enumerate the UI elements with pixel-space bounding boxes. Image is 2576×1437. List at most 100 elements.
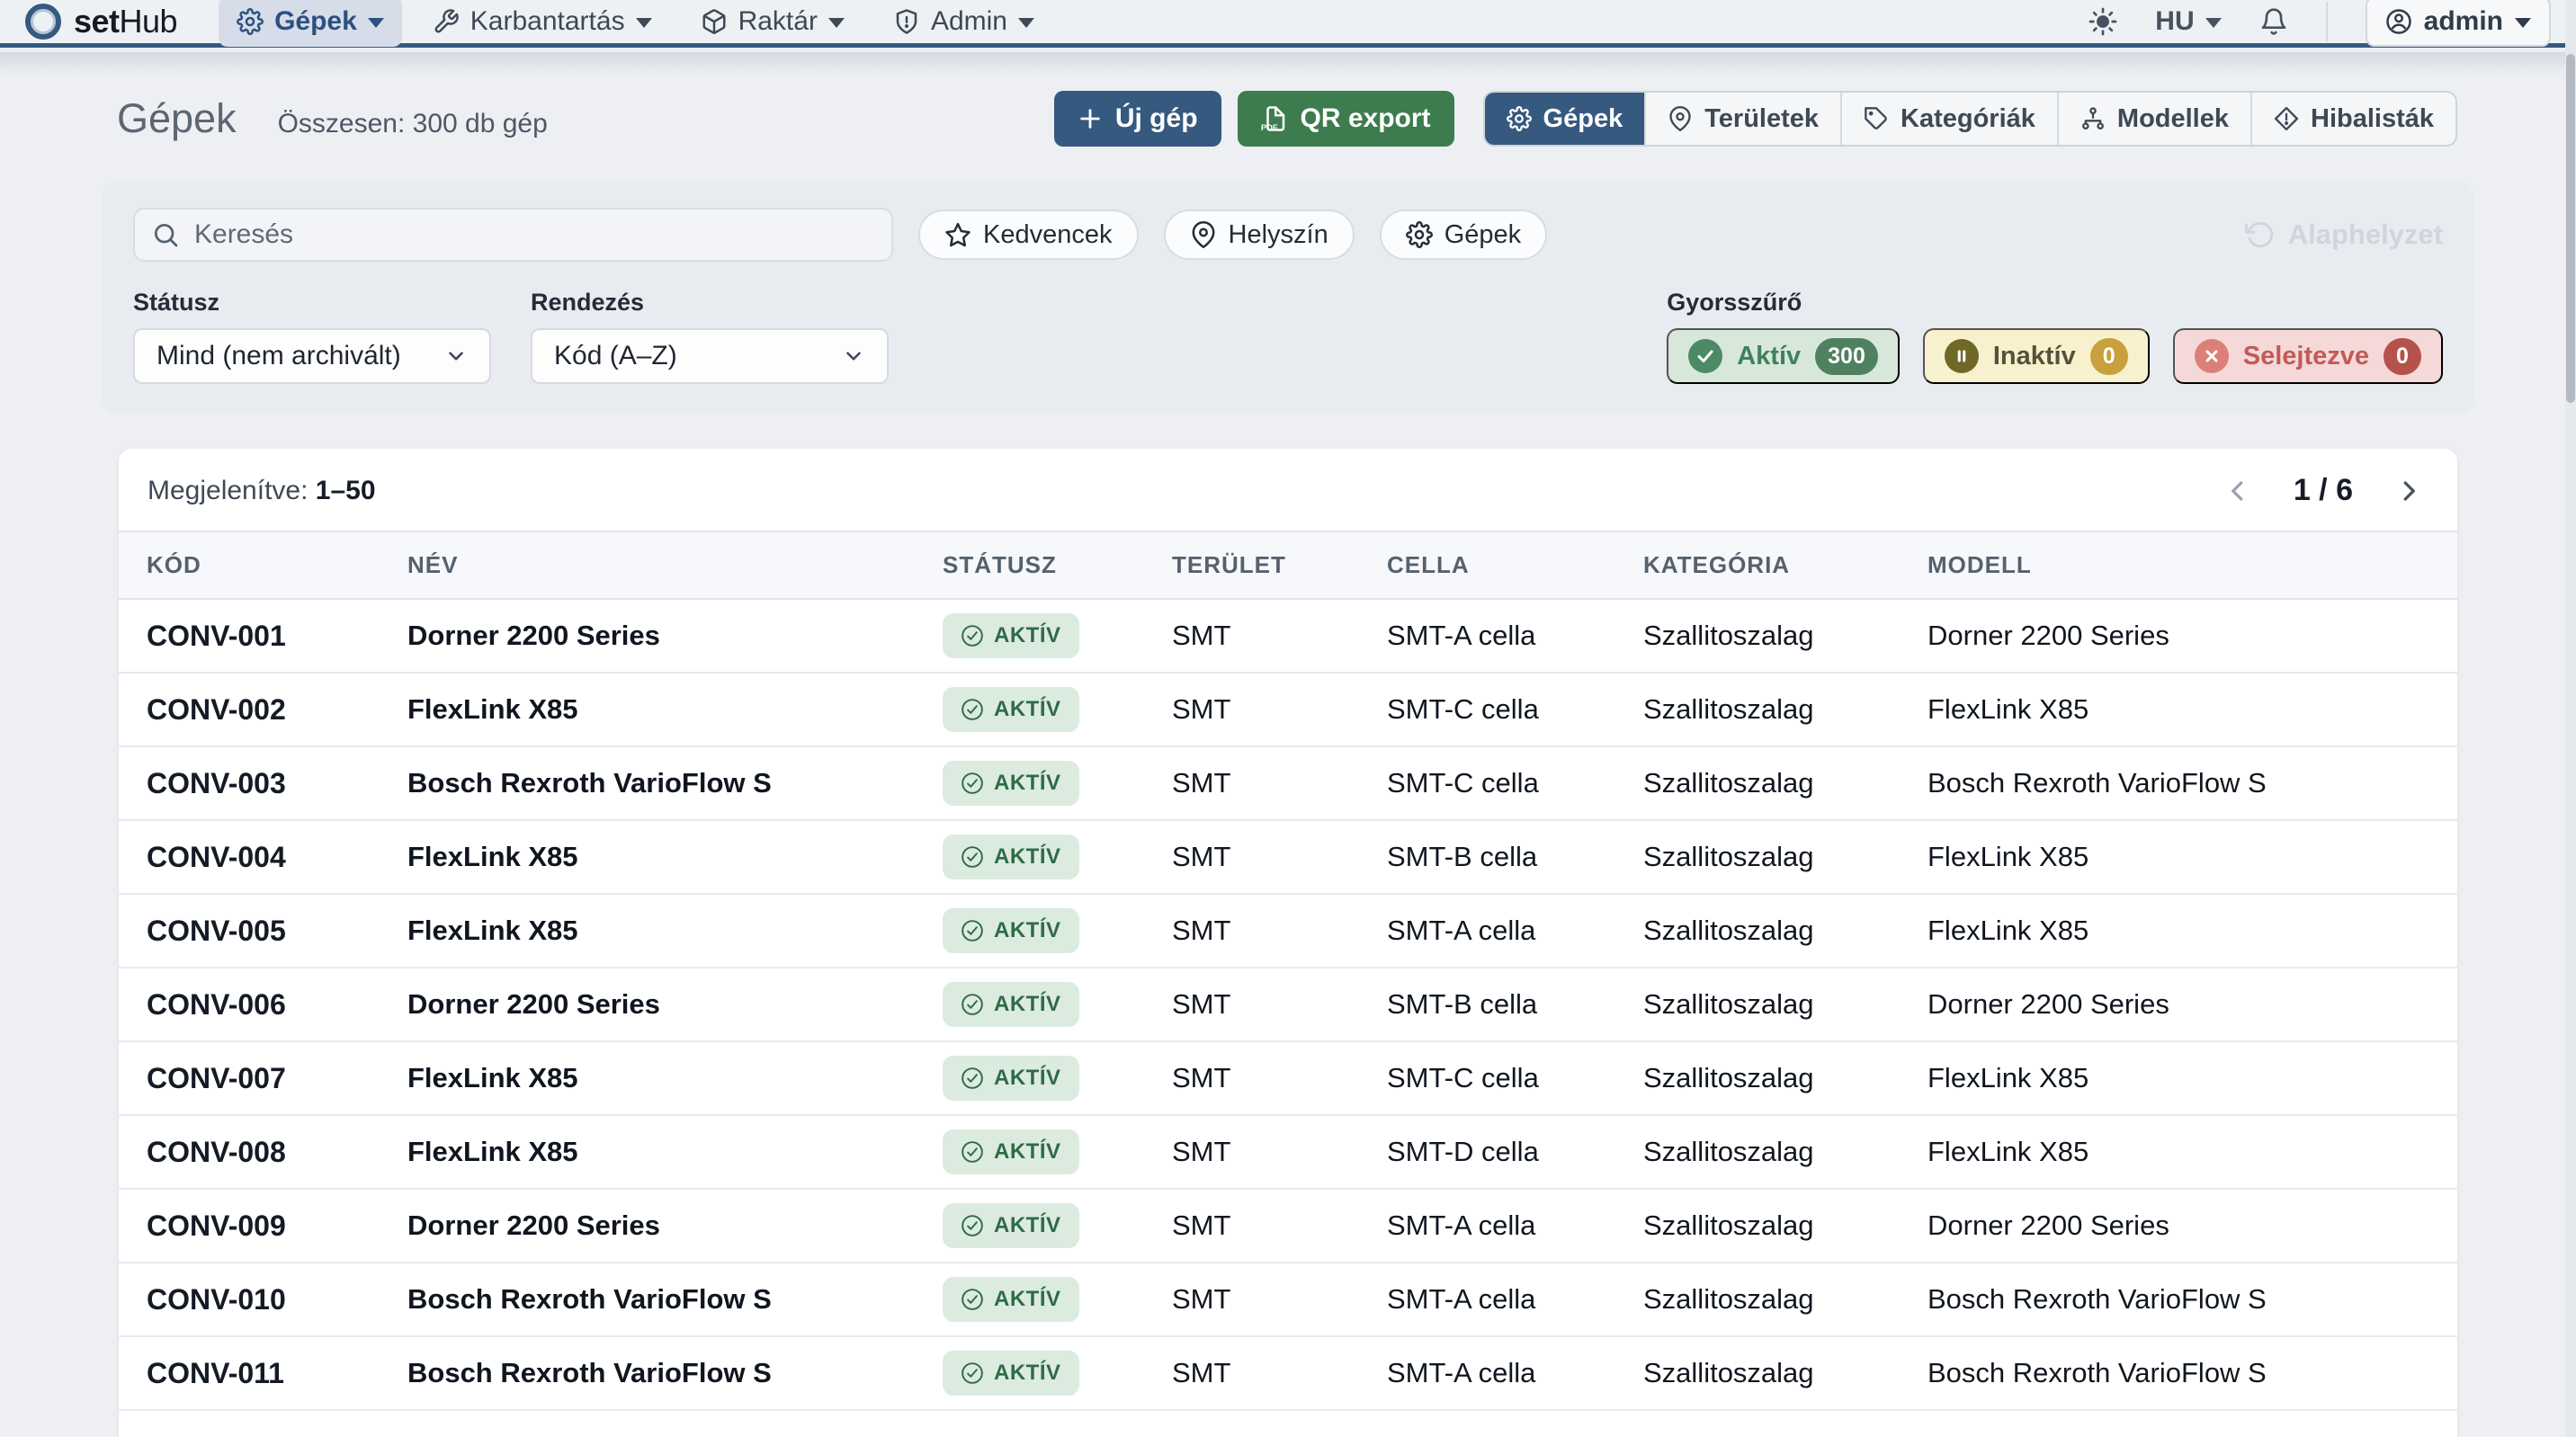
machine-category: Szallitoszalag [1643,746,1928,820]
column-header-nev[interactable]: NÉV [407,531,943,599]
nav-item-karbantartas[interactable]: Karbantartás [415,0,670,47]
machine-category: Szallitoszalag [1643,894,1928,968]
machine-area: SMT [1172,1041,1387,1115]
x-circle-icon [2195,339,2229,373]
package-icon [701,8,728,35]
location-pill[interactable]: Helyszín [1164,210,1355,260]
table-row[interactable]: CONV-001 Dorner 2200 Series AKTÍV SMT SM… [119,599,2457,673]
status-label: AKTÍV [994,918,1061,943]
table-row[interactable]: CONV-009 Dorner 2200 Series AKTÍV SMT SM… [119,1189,2457,1263]
wrench-icon [433,8,460,35]
check-circle-icon [961,1214,984,1237]
chevron-down-icon [2515,18,2531,28]
column-header-terulet[interactable]: TERÜLET [1172,531,1387,599]
table-row[interactable]: CONV-008 FlexLink X85 AKTÍV SMT SMT-D ce… [119,1115,2457,1189]
next-page-button[interactable] [2393,475,2425,507]
status-select[interactable]: Mind (nem archivált) [133,328,491,384]
machine-name: Dorner 2200 Series [407,599,943,673]
status-label: AKTÍV [994,992,1061,1017]
sort-select[interactable]: Kód (A–Z) [531,328,889,384]
table-row[interactable]: CONV-005 FlexLink X85 AKTÍV SMT SMT-A ce… [119,894,2457,968]
machine-name: Dorner 2200 Series [407,1189,943,1263]
machine-cell: SMT-A cella [1387,894,1643,968]
machine-code: CONV-009 [119,1189,407,1263]
status-label: AKTÍV [994,844,1061,870]
machine-name: Dorner 2200 Series [407,968,943,1041]
file-pdf-icon: PDF [1261,105,1288,132]
table-row[interactable]: CONV-011 Bosch Rexroth VarioFlow S AKTÍV… [119,1336,2457,1410]
reset-button[interactable]: Alaphelyzet [2245,219,2443,251]
nav-item-admin[interactable]: Admin [875,0,1052,47]
nav-item-gepek[interactable]: Gépek [219,0,402,47]
machine-model: Dorner 2200 Series [1928,1189,2457,1263]
machine-area: SMT [1172,1336,1387,1410]
view-tab-label: Modellek [2117,104,2229,134]
view-tab-hibalistak[interactable]: Hibalisták [2250,93,2455,145]
column-header-kategoria[interactable]: KATEGÓRIA [1643,531,1928,599]
bell-icon[interactable] [2259,7,2288,36]
pill-label: Helyszín [1229,220,1328,250]
theme-toggle-sun-icon[interactable] [2089,7,2117,36]
column-header-kod[interactable]: KÓD [119,531,407,599]
table-row[interactable]: CONV-004 FlexLink X85 AKTÍV SMT SMT-B ce… [119,820,2457,894]
brand[interactable]: setHub [25,3,177,40]
new-machine-button[interactable]: Új gép [1054,91,1221,147]
chip-label: Aktív [1737,342,1801,371]
pill-label: Gépek [1445,220,1521,250]
machine-area: SMT [1172,673,1387,746]
machine-area: SMT [1172,1115,1387,1189]
top-navbar: setHub Gépek Karbantartás Raktár [0,0,2576,48]
column-header-statusz[interactable]: STÁTUSZ [943,531,1172,599]
divider [2326,2,2328,41]
status-select-value: Mind (nem archivált) [157,341,401,371]
machine-code: CONV-010 [119,1263,407,1336]
quick-filter-active[interactable]: Aktív 300 [1667,328,1900,384]
quick-filter-label: Gyorsszűrő [1667,289,2443,317]
chevron-down-icon [842,344,865,368]
search-icon [151,220,180,249]
table-row[interactable]: CONV-006 Dorner 2200 Series AKTÍV SMT SM… [119,968,2457,1041]
shield-alert-icon [893,8,920,35]
machine-status-cell: AKTÍV [943,1041,1172,1115]
machine-cell: SMT-D cella [1387,1115,1643,1189]
search-input[interactable] [133,208,893,262]
brand-logo-icon [25,4,61,40]
machine-category: Szallitoszalag [1643,599,1928,673]
table-row[interactable]: CONV-007 FlexLink X85 AKTÍV SMT SMT-C ce… [119,1041,2457,1115]
scrollbar-thumb[interactable] [2566,54,2575,403]
user-menu-button[interactable]: admin [2366,0,2551,47]
machines-table: KÓD NÉV STÁTUSZ TERÜLET CELLA KATEGÓRIA … [119,531,2457,1411]
status-badge: AKTÍV [943,687,1079,732]
view-tab-modellek[interactable]: Modellek [2057,93,2250,145]
quick-filter-scrapped[interactable]: Selejtezve 0 [2173,328,2443,384]
view-tab-kategoriak[interactable]: Kategóriák [1840,93,2057,145]
machine-name: Bosch Rexroth VarioFlow S [407,746,943,820]
table-row[interactable]: CONV-010 Bosch Rexroth VarioFlow S AKTÍV… [119,1263,2457,1336]
favorites-pill[interactable]: Kedvencek [918,210,1139,260]
check-circle-icon [961,919,984,942]
chip-count-badge: 0 [2384,338,2421,375]
navbar-right: HU admin [2089,0,2551,47]
nav-label: Gépek [274,6,357,37]
machine-category: Szallitoszalag [1643,1115,1928,1189]
machines-pill[interactable]: Gépek [1380,210,1547,260]
view-tab-label: Hibalisták [2311,104,2434,134]
qr-export-button[interactable]: PDF QR export [1238,91,1454,147]
column-header-cella[interactable]: CELLA [1387,531,1643,599]
vertical-scrollbar[interactable] [2565,0,2576,1437]
machine-status-cell: AKTÍV [943,820,1172,894]
machine-code: CONV-001 [119,599,407,673]
table-row[interactable]: CONV-003 Bosch Rexroth VarioFlow S AKTÍV… [119,746,2457,820]
pill-label: Kedvencek [983,220,1113,250]
chevron-right-icon [2393,475,2425,507]
table-row[interactable]: CONV-002 FlexLink X85 AKTÍV SMT SMT-C ce… [119,673,2457,746]
reset-label: Alaphelyzet [2288,219,2443,251]
language-selector[interactable]: HU [2155,6,2221,37]
view-tab-teruletek[interactable]: Területek [1644,93,1840,145]
machine-area: SMT [1172,1263,1387,1336]
prev-page-button[interactable] [2222,475,2254,507]
view-tab-gepek[interactable]: Gépek [1485,93,1645,145]
column-header-modell[interactable]: MODELL [1928,531,2457,599]
quick-filter-inactive[interactable]: Inaktív 0 [1923,328,2150,384]
nav-item-raktar[interactable]: Raktár [683,0,863,47]
